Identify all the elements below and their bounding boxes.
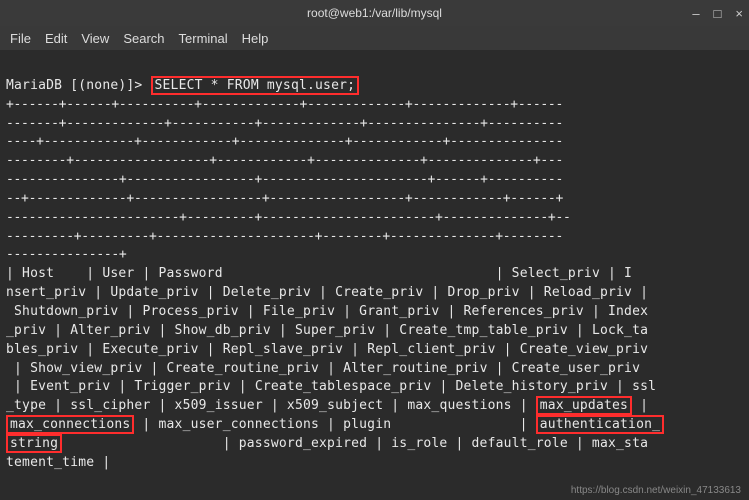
sql-query-highlight: SELECT * FROM mysql.user; bbox=[151, 76, 360, 95]
window-controls: – □ × bbox=[692, 6, 743, 21]
max-updates-highlight: max_updates bbox=[536, 396, 632, 415]
menu-file[interactable]: File bbox=[10, 31, 31, 46]
separator-row: -----------------------+---------+------… bbox=[6, 210, 571, 225]
maximize-button[interactable]: □ bbox=[714, 6, 722, 21]
authentication-highlight: authentication_ bbox=[536, 415, 664, 434]
column-header: | password_expired | is_role | default_r… bbox=[62, 436, 648, 451]
column-header: bles_priv | Execute_priv | Repl_slave_pr… bbox=[6, 342, 648, 357]
minimize-button[interactable]: – bbox=[692, 6, 699, 21]
separator-row: --+-------------+-----------------+-----… bbox=[6, 191, 563, 206]
sql-prompt: MariaDB [(none)]> bbox=[6, 78, 142, 93]
column-header: nsert_priv | Update_priv | Delete_priv |… bbox=[6, 285, 648, 300]
menu-edit[interactable]: Edit bbox=[45, 31, 67, 46]
menu-bar: File Edit View Search Terminal Help bbox=[0, 26, 749, 50]
column-header: tement_time | bbox=[6, 455, 110, 470]
separator-row: -------+-------------+-----------+------… bbox=[6, 116, 563, 131]
menu-terminal[interactable]: Terminal bbox=[179, 31, 228, 46]
column-header: _type | ssl_cipher | x509_issuer | x509_… bbox=[6, 398, 536, 413]
separator-row: ---------+---------+--------------------… bbox=[6, 229, 563, 244]
close-button[interactable]: × bbox=[735, 6, 743, 21]
terminal-content[interactable]: MariaDB [(none)]> SELECT * FROM mysql.us… bbox=[0, 50, 749, 481]
separator-row: ---------------+-----------------+------… bbox=[6, 172, 563, 187]
separator-row: +------+------+----------+-------------+… bbox=[6, 97, 563, 112]
column-header: | bbox=[632, 398, 656, 413]
watermark-text: https://blog.csdn.net/weixin_47133613 bbox=[571, 485, 741, 496]
menu-search[interactable]: Search bbox=[123, 31, 164, 46]
separator-row: ---------------+ bbox=[6, 247, 126, 262]
column-header: Shutdown_priv | Process_priv | File_priv… bbox=[6, 304, 648, 319]
column-header: | Event_priv | Trigger_priv | Create_tab… bbox=[6, 379, 656, 394]
column-header: | Show_view_priv | Create_routine_priv |… bbox=[6, 361, 640, 376]
menu-help[interactable]: Help bbox=[242, 31, 269, 46]
separator-row: --------+------------------+------------… bbox=[6, 153, 563, 168]
separator-row: ----+------------+------------+---------… bbox=[6, 134, 563, 149]
column-header: _priv | Alter_priv | Show_db_priv | Supe… bbox=[6, 323, 648, 338]
window-title-bar: root@web1:/var/lib/mysql – □ × bbox=[0, 0, 749, 26]
window-title: root@web1:/var/lib/mysql bbox=[307, 6, 442, 20]
menu-view[interactable]: View bbox=[81, 31, 109, 46]
max-connections-highlight: max_connections bbox=[6, 415, 134, 434]
column-header: | max_user_connections | plugin | bbox=[134, 417, 535, 432]
column-header: | Host | User | Password | Select_priv |… bbox=[6, 266, 632, 281]
string-highlight: string bbox=[6, 434, 62, 453]
